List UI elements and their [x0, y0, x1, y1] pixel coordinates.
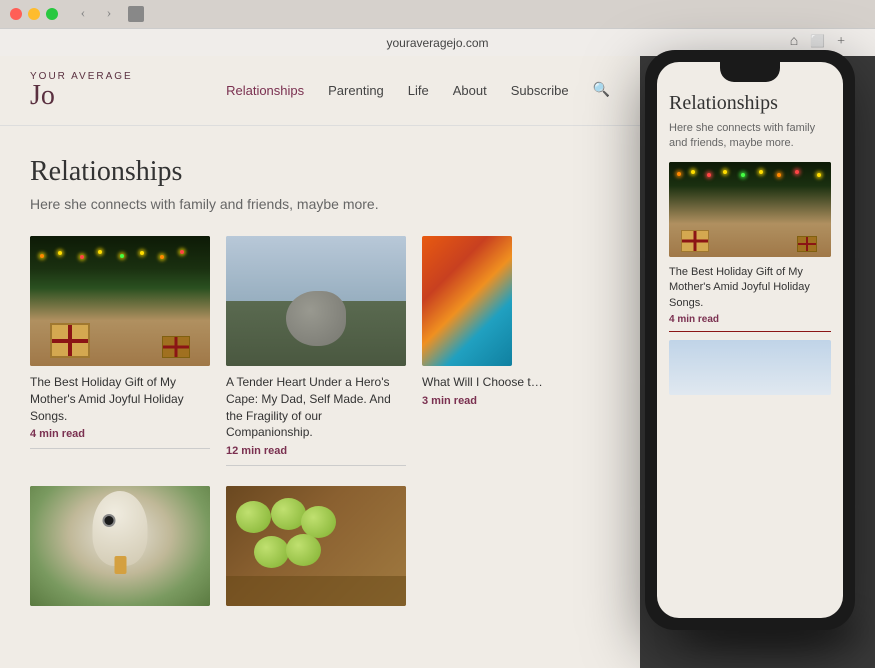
apple-5: [286, 534, 321, 566]
browser-chrome: ‹ › youraveragejo.com ⌂ ⬜ +: [0, 0, 875, 56]
phone-content: Relationships Here she connects with fam…: [657, 62, 843, 407]
article-readtime-3: 3 min read: [422, 395, 602, 407]
site-header: your average Jo Relationships Parenting …: [0, 56, 640, 126]
site-nav: Relationships Parenting Life About Subsc…: [226, 82, 610, 99]
ostrich-beak: [114, 556, 126, 574]
phone-next-article-image: [669, 340, 831, 395]
nav-life[interactable]: Life: [408, 83, 429, 98]
phone-screen: Relationships Here she connects with fam…: [657, 62, 843, 618]
close-button[interactable]: [10, 8, 22, 20]
article-readtime-1: 4 min read: [30, 428, 210, 440]
forward-button[interactable]: ›: [100, 5, 118, 23]
tab-icon: [128, 6, 144, 22]
page-title: Relationships: [30, 156, 610, 188]
phone-article-readtime: 4 min read: [669, 314, 831, 325]
website-content: your average Jo Relationships Parenting …: [0, 56, 640, 668]
article-image-autumn: [422, 236, 512, 366]
window-icon[interactable]: ⬜: [810, 34, 825, 50]
article-title-1: The Best Holiday Gift of My Mother's Ami…: [30, 374, 210, 424]
back-button[interactable]: ‹: [74, 5, 92, 23]
article-title-2: A Tender Heart Under a Hero's Cape: My D…: [226, 374, 406, 441]
phone-notch: [720, 62, 780, 82]
article-card-4[interactable]: [30, 486, 210, 606]
apple-4: [254, 536, 289, 568]
article-image-apples: [226, 486, 406, 606]
browser-nav: ‹ ›: [74, 5, 118, 23]
article-card-1[interactable]: The Best Holiday Gift of My Mother's Ami…: [30, 236, 210, 466]
ostrich-eye: [105, 516, 114, 525]
phone-page-desc: Here she connects with family and friend…: [669, 121, 831, 152]
article-card-3[interactable]: What Will I Choose t… 3 min read: [422, 236, 602, 466]
article-readtime-2: 12 min read: [226, 445, 406, 457]
article-separator-1: [30, 448, 210, 449]
phone-page-title: Relationships: [669, 92, 831, 115]
site-logo: your average Jo: [30, 71, 226, 110]
christmas-lights: [30, 246, 210, 266]
rock-shape: [286, 291, 346, 346]
phone-gift-2: [797, 236, 817, 252]
logo-script-text: Jo: [30, 82, 226, 110]
add-tab-icon[interactable]: +: [837, 34, 845, 50]
articles-row-1: The Best Holiday Gift of My Mother's Ami…: [30, 236, 610, 466]
phone-gift-icon: [681, 230, 709, 252]
phone-article-title: The Best Holiday Gift of My Mother's Ami…: [669, 265, 831, 311]
url-text: youraveragejo.com: [386, 36, 488, 50]
article-separator-2: [226, 465, 406, 466]
address-bar[interactable]: youraveragejo.com: [10, 36, 865, 50]
page-description: Here she connects with family and friend…: [30, 196, 610, 212]
search-icon[interactable]: 🔍: [593, 82, 610, 99]
apple-1: [236, 501, 271, 533]
page-body: Relationships Here she connects with fam…: [0, 126, 640, 626]
nav-subscribe[interactable]: Subscribe: [511, 83, 569, 98]
phone-article-separator: [669, 331, 831, 332]
bookmark-icon[interactable]: ⌂: [790, 34, 798, 50]
article-card-2[interactable]: A Tender Heart Under a Hero's Cape: My D…: [226, 236, 406, 466]
christmas-gift-2: [162, 336, 190, 358]
nav-about[interactable]: About: [453, 83, 487, 98]
article-image-christmas: [30, 236, 210, 366]
articles-row-2: [30, 486, 610, 606]
phone-mockup: Relationships Here she connects with fam…: [645, 50, 855, 630]
article-image-rock: [226, 236, 406, 366]
article-image-ostrich: [30, 486, 210, 606]
article-card-5[interactable]: [226, 486, 406, 606]
ostrich-head: [93, 491, 148, 566]
basket-bottom: [226, 576, 406, 606]
phone-article-image: [669, 162, 831, 257]
browser-titlebar: ‹ ›: [0, 0, 875, 28]
christmas-gift: [50, 323, 90, 358]
maximize-button[interactable]: [46, 8, 58, 20]
article-title-3: What Will I Choose t…: [422, 374, 602, 391]
logo-small-text: your average: [30, 71, 226, 82]
minimize-button[interactable]: [28, 8, 40, 20]
nav-parenting[interactable]: Parenting: [328, 83, 384, 98]
nav-relationships[interactable]: Relationships: [226, 83, 304, 98]
